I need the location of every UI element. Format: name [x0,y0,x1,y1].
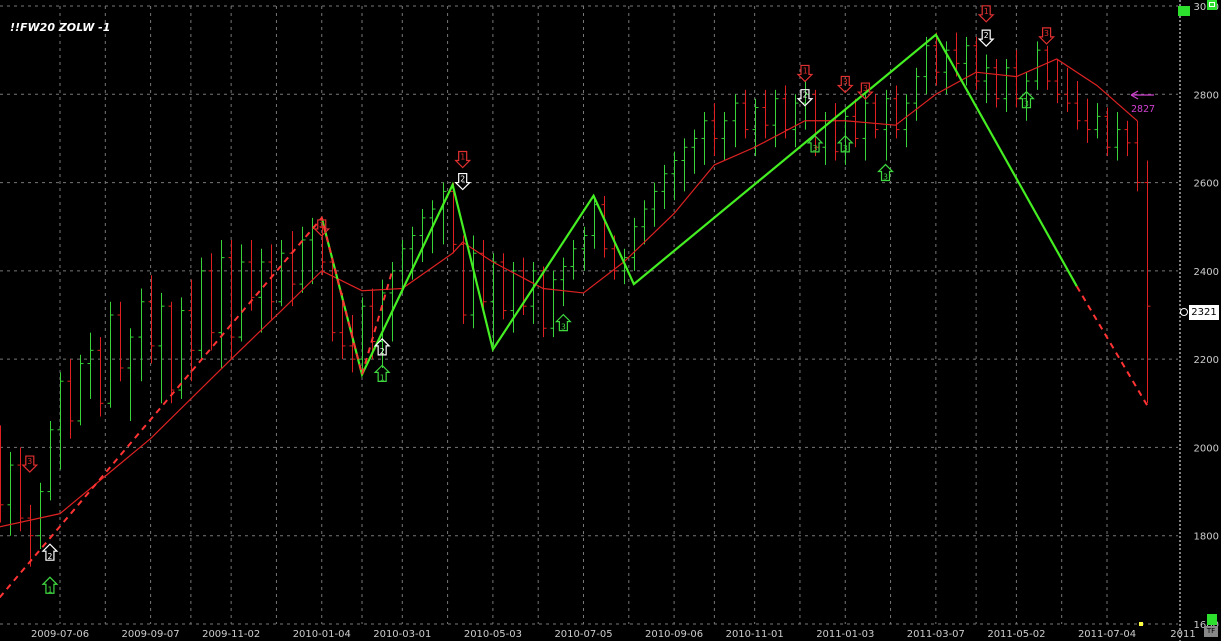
chart-title: !!FW20 ZOLW -1 [10,21,111,34]
annotation-value: 2827 [1131,104,1155,115]
arrow-down-icon: 2 [454,172,472,191]
marker-label: 2 [803,91,808,100]
marker-label: 1 [48,585,53,594]
scroll-bottom-button[interactable] [1207,614,1217,625]
marker-label: 2 [460,175,465,184]
x-tick-label: 2010-05-03 [464,629,522,640]
x-tick-label: 2010-09-06 [645,629,703,640]
marker-label: 1 [380,373,385,382]
tf-button[interactable]: TF [1204,626,1218,637]
arrow-down-icon: 3 [1038,27,1056,45]
marker-label: 1 [460,153,465,162]
marker-label: 3 [1044,29,1049,38]
arrow-down-icon: 1 [796,64,814,83]
x-tick-label: 2011-01-03 [816,629,874,640]
moving-average-line [0,58,1138,528]
zigzag-dashed-line [1075,285,1149,407]
marker-label: 3 [843,144,848,153]
marker-label: 1 [803,66,808,75]
x-tick-label: 2010-03-01 [373,629,431,640]
arrow-up-icon: 2 [41,543,59,561]
marker-label: 3 [843,77,848,86]
arrow-down-icon: 1 [454,150,472,169]
x-tick-label: 2011-05-02 [987,629,1045,640]
arrow-up-icon: 1 [41,576,59,594]
marker-label: 3 [27,457,32,466]
y-tick-label: 2200 [1194,355,1219,366]
marker-label: 2 [984,31,989,40]
y-tick-label: 2000 [1194,443,1219,454]
marker-label: 3 [1024,100,1029,109]
arrow-down-icon: 1 [977,5,995,23]
scroll-top-button[interactable] [1207,0,1217,10]
marker-label: 1 [984,7,989,16]
y-tick-label: 2800 [1194,90,1219,101]
zigzag-line [320,33,1078,378]
zigzag-dashed-line [0,215,394,599]
arrow-up-icon: 3 [554,313,572,332]
y-tick-label: 2600 [1194,179,1219,190]
x-tick-label: 2011-03-07 [907,629,965,640]
marker-label: 3 [561,323,566,332]
arrow-down-icon: 3 [21,455,39,473]
x-tick-label: 2009-11-02 [202,629,260,640]
arrow-down-icon: 2 [977,29,995,47]
x-tick-label: 2010-07-05 [554,629,612,640]
x-tick-label: 2011-07-04 [1078,629,1136,640]
marker-label: 3 [883,173,888,182]
marker-label: 3 [813,144,818,153]
marker-label: 3 [863,84,868,93]
price-marker-dot [1180,308,1188,316]
bottom-marker [1139,622,1143,626]
y-tick-label: 1800 [1194,532,1219,543]
x-tick-label: 2010-01-04 [293,629,351,640]
marker-label: 3 [319,221,324,230]
axis-scroll-marker[interactable] [1178,6,1190,16]
x-tick-label: 2009-09-07 [122,629,180,640]
marker-label: 2 [48,552,53,561]
y-tick-label: 2400 [1194,267,1219,278]
price-chart: 2009-07-06 2009-09-07 2009-11-02 2010-01-04… [0,0,1219,641]
x-tick-label: 2011 [1170,629,1195,640]
marker-label: 2 [380,347,385,356]
last-price-tag: 2321 [1189,305,1219,320]
x-tick-label: 2010-11-01 [726,629,784,640]
x-tick-label: 2009-07-06 [31,629,89,640]
